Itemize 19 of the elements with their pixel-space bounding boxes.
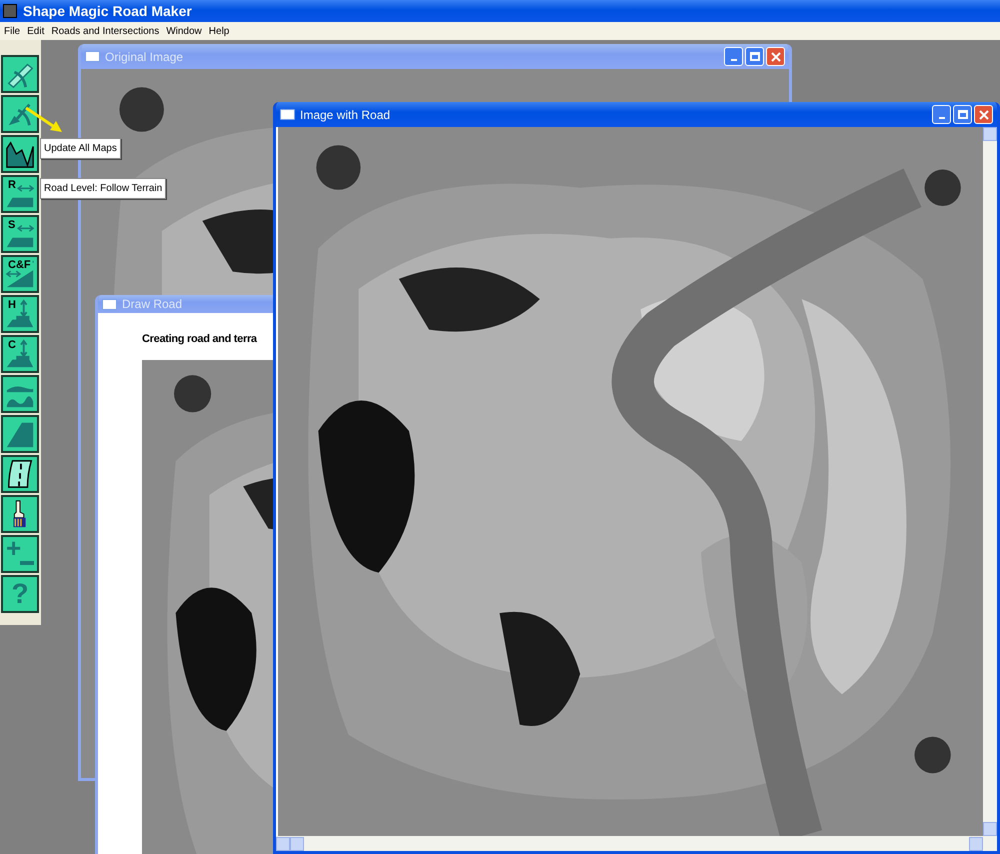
menu-item[interactable]: Roads and Intersections [49,24,162,38]
plus-sign: + [6,535,22,561]
icon-label: C&F [8,260,31,271]
tool-button[interactable]: S [1,215,39,253]
tool-button[interactable]: R [1,175,39,213]
tool-button[interactable]: H [1,295,39,333]
menu-item[interactable]: Window [164,24,204,38]
tool-button[interactable]: C [1,335,39,373]
window-title: Original Image [105,48,184,66]
icon-label: S [8,220,16,231]
menu-item[interactable]: Help [206,24,232,38]
menu-item[interactable]: File [2,24,22,38]
question-mark: ? [11,580,29,608]
menu-item[interactable]: Edit [25,24,46,38]
icon-label: C [8,340,16,351]
app-title: Shape Magic Road Maker [23,2,192,21]
tool-button[interactable]: C&F [1,255,39,293]
icon-label: R [8,180,16,191]
icon-label: H [8,300,16,311]
